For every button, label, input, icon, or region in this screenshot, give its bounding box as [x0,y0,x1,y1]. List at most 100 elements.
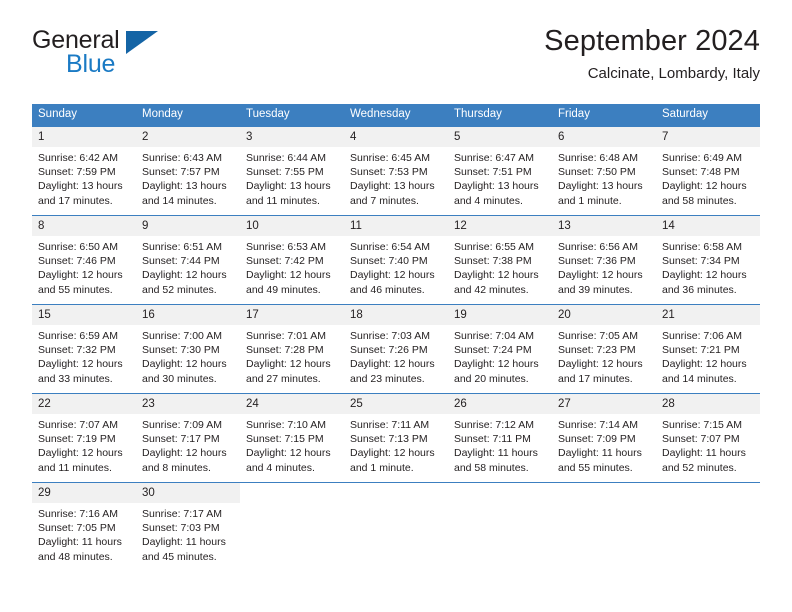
daylight-duration-line1: Daylight: 13 hours [38,180,123,193]
daylight-duration-line2: and 11 minutes. [246,194,320,207]
calendar-day-cell[interactable]: 3 Sunrise: 6:44 AM Sunset: 7:55 PM Daylight… [240,126,344,216]
sunrise-time: Sunrise: 7:17 AM [142,508,222,520]
day-sun-info: Sunrise: 6:51 AM Sunset: 7:44 PM Daylight:… [136,236,240,297]
calendar-day-cell[interactable]: 23 Sunrise: 7:09 AM Sunset: 7:17 PM Dayligh… [136,393,240,483]
daylight-duration-line1: Daylight: 13 hours [558,180,643,193]
daylight-duration-line2: and 55 minutes. [38,283,113,296]
sunrise-time: Sunrise: 7:07 AM [38,419,118,431]
sunrise-time: Sunrise: 7:09 AM [142,419,222,431]
calendar-day-cell[interactable]: 24 Sunrise: 7:10 AM Sunset: 7:15 PM Dayligh… [240,393,344,483]
calendar-day-cell[interactable]: 21 Sunrise: 7:06 AM Sunset: 7:21 PM Dayligh… [656,304,760,394]
day-sun-info: Sunrise: 6:42 AM Sunset: 7:59 PM Daylight:… [32,147,136,208]
day-number: 22 [32,394,136,414]
day-sun-info: Sunrise: 6:58 AM Sunset: 7:34 PM Daylight:… [656,236,760,297]
sunset-time: Sunset: 7:13 PM [350,433,428,446]
sunrise-time: Sunrise: 6:49 AM [662,152,742,164]
calendar-empty-cell [240,482,344,571]
calendar-day-cell[interactable]: 25 Sunrise: 7:11 AM Sunset: 7:13 PM Dayligh… [344,393,448,483]
calendar-table: Sunday Monday Tuesday Wednesday Thursday… [32,104,760,571]
day-sun-info: Sunrise: 7:07 AM Sunset: 7:19 PM Daylight:… [32,414,136,475]
sunrise-time: Sunrise: 7:12 AM [454,419,534,431]
calendar-page: General Blue September 2024 Calcinate, L… [0,0,792,612]
calendar-day-cell[interactable]: 8 Sunrise: 6:50 AM Sunset: 7:46 PM Daylight… [32,215,136,305]
weekday-header-monday: Monday [136,104,240,127]
calendar-day-cell[interactable]: 13 Sunrise: 6:56 AM Sunset: 7:36 PM Dayligh… [552,215,656,305]
calendar-empty-cell [448,482,552,571]
calendar-day-cell[interactable]: 30 Sunrise: 7:17 AM Sunset: 7:03 PM Dayligh… [136,482,240,571]
calendar-day-cell[interactable]: 12 Sunrise: 6:55 AM Sunset: 7:38 PM Dayligh… [448,215,552,305]
page-subtitle: Calcinate, Lombardy, Italy [587,65,760,82]
daylight-duration-line2: and 14 minutes. [142,194,217,207]
calendar-day-cell[interactable]: 20 Sunrise: 7:05 AM Sunset: 7:23 PM Dayligh… [552,304,656,394]
calendar-day-cell[interactable]: 4 Sunrise: 6:45 AM Sunset: 7:53 PM Daylight… [344,126,448,216]
day-sun-info: Sunrise: 7:06 AM Sunset: 7:21 PM Daylight:… [656,325,760,386]
calendar-day-cell[interactable]: 9 Sunrise: 6:51 AM Sunset: 7:44 PM Daylight… [136,215,240,305]
calendar-day-cell[interactable]: 19 Sunrise: 7:04 AM Sunset: 7:24 PM Dayligh… [448,304,552,394]
daylight-duration-line2: and 30 minutes. [142,372,217,385]
day-number: 18 [344,305,448,325]
day-sun-info: Sunrise: 6:44 AM Sunset: 7:55 PM Daylight:… [240,147,344,208]
calendar-day-cell[interactable]: 5 Sunrise: 6:47 AM Sunset: 7:51 PM Daylight… [448,126,552,216]
calendar-day-cell[interactable]: 14 Sunrise: 6:58 AM Sunset: 7:34 PM Dayligh… [656,215,760,305]
sunset-time: Sunset: 7:36 PM [558,255,636,268]
day-sun-info: Sunrise: 6:45 AM Sunset: 7:53 PM Daylight:… [344,147,448,208]
calendar-day-cell[interactable]: 22 Sunrise: 7:07 AM Sunset: 7:19 PM Dayligh… [32,393,136,483]
day-number: 4 [344,127,448,147]
calendar-day-cell[interactable]: 16 Sunrise: 7:00 AM Sunset: 7:30 PM Dayligh… [136,304,240,394]
day-number: 28 [656,394,760,414]
daylight-duration-line1: Daylight: 13 hours [142,180,227,193]
calendar-week-row: 22 Sunrise: 7:07 AM Sunset: 7:19 PM Dayligh… [32,393,760,483]
day-number: 1 [32,127,136,147]
day-sun-info: Sunrise: 7:17 AM Sunset: 7:03 PM Daylight:… [136,503,240,564]
calendar-day-cell[interactable]: 29 Sunrise: 7:16 AM Sunset: 7:05 PM Dayligh… [32,482,136,571]
day-number: 30 [136,483,240,503]
daylight-duration-line2: and 39 minutes. [558,283,633,296]
calendar-day-cell[interactable]: 11 Sunrise: 6:54 AM Sunset: 7:40 PM Dayligh… [344,215,448,305]
daylight-duration-line2: and 55 minutes. [558,461,633,474]
sunset-time: Sunset: 7:40 PM [350,255,428,268]
day-sun-info: Sunrise: 6:50 AM Sunset: 7:46 PM Daylight:… [32,236,136,297]
calendar-day-cell[interactable]: 18 Sunrise: 7:03 AM Sunset: 7:26 PM Dayligh… [344,304,448,394]
daylight-duration-line2: and 11 minutes. [38,461,112,474]
daylight-duration-line2: and 52 minutes. [142,283,217,296]
logo-text-blue: Blue [66,50,116,78]
daylight-duration-line2: and 7 minutes. [350,194,419,207]
calendar-day-cell[interactable]: 15 Sunrise: 6:59 AM Sunset: 7:32 PM Dayligh… [32,304,136,394]
calendar-day-cell[interactable]: 27 Sunrise: 7:14 AM Sunset: 7:09 PM Dayligh… [552,393,656,483]
day-sun-info: Sunrise: 7:01 AM Sunset: 7:28 PM Daylight:… [240,325,344,386]
day-number: 9 [136,216,240,236]
calendar-day-cell[interactable]: 26 Sunrise: 7:12 AM Sunset: 7:11 PM Dayligh… [448,393,552,483]
calendar-header-row: Sunday Monday Tuesday Wednesday Thursday… [32,104,760,127]
calendar-week-row: 15 Sunrise: 6:59 AM Sunset: 7:32 PM Dayligh… [32,304,760,394]
daylight-duration-line1: Daylight: 12 hours [662,180,747,193]
calendar-day-cell[interactable]: 1 Sunrise: 6:42 AM Sunset: 7:59 PM Daylight… [32,126,136,216]
daylight-duration-line1: Daylight: 12 hours [558,269,643,282]
calendar-day-cell[interactable]: 28 Sunrise: 7:15 AM Sunset: 7:07 PM Dayligh… [656,393,760,483]
daylight-duration-line2: and 1 minute. [350,461,414,474]
daylight-duration-line1: Daylight: 12 hours [246,447,331,460]
calendar-week-row: 29 Sunrise: 7:16 AM Sunset: 7:05 PM Dayligh… [32,482,760,571]
sunset-time: Sunset: 7:11 PM [454,433,531,446]
sunrise-time: Sunrise: 6:56 AM [558,241,638,253]
sunset-time: Sunset: 7:57 PM [142,166,220,179]
daylight-duration-line2: and 4 minutes. [454,194,523,207]
daylight-duration-line1: Daylight: 13 hours [350,180,435,193]
sunrise-time: Sunrise: 6:47 AM [454,152,534,164]
daylight-duration-line2: and 45 minutes. [142,550,217,563]
calendar-day-cell[interactable]: 17 Sunrise: 7:01 AM Sunset: 7:28 PM Dayligh… [240,304,344,394]
day-sun-info: Sunrise: 6:54 AM Sunset: 7:40 PM Daylight:… [344,236,448,297]
day-number: 5 [448,127,552,147]
day-sun-info: Sunrise: 6:48 AM Sunset: 7:50 PM Daylight:… [552,147,656,208]
calendar-day-cell[interactable]: 2 Sunrise: 6:43 AM Sunset: 7:57 PM Daylight… [136,126,240,216]
day-number: 8 [32,216,136,236]
calendar-day-cell[interactable]: 7 Sunrise: 6:49 AM Sunset: 7:48 PM Daylight… [656,126,760,216]
sunset-time: Sunset: 7:23 PM [558,344,636,357]
calendar-day-cell[interactable]: 6 Sunrise: 6:48 AM Sunset: 7:50 PM Daylight… [552,126,656,216]
calendar-day-cell[interactable]: 10 Sunrise: 6:53 AM Sunset: 7:42 PM Dayligh… [240,215,344,305]
calendar-empty-cell [656,482,760,571]
daylight-duration-line1: Daylight: 11 hours [38,536,122,549]
day-number [344,483,448,503]
daylight-duration-line2: and 8 minutes. [142,461,211,474]
sunrise-time: Sunrise: 7:11 AM [350,419,430,431]
sunset-time: Sunset: 7:21 PM [662,344,740,357]
